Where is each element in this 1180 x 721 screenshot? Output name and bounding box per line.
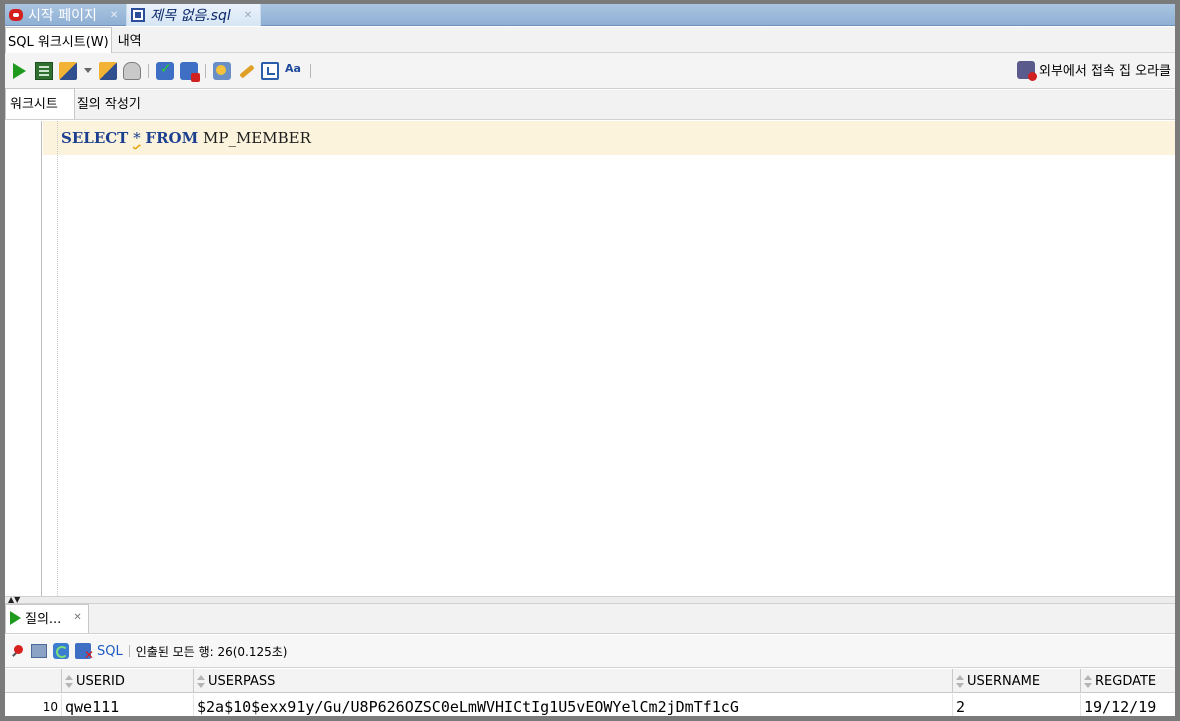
rollback-icon[interactable] — [180, 61, 200, 82]
worksheet-toolbar: Aa 외부에서 접속 집 오라클 — [5, 53, 1175, 89]
cell-username[interactable]: 2 — [952, 694, 1080, 716]
print-icon[interactable] — [31, 644, 47, 658]
sort-icon — [197, 674, 206, 688]
results-tab-bar: 질의... ✕ — [5, 604, 1175, 634]
explain-plan-icon[interactable] — [99, 61, 117, 80]
run-statement-icon[interactable] — [13, 62, 26, 79]
commit-icon[interactable] — [156, 61, 174, 80]
column-header-userpass[interactable]: USERPASS — [193, 669, 952, 693]
connection-label: 외부에서 접속 집 오라클 — [1039, 64, 1171, 79]
keyword-select: SELECT — [61, 129, 129, 147]
sql-statement[interactable]: SELECT * FROM MP_MEMBER — [61, 129, 311, 147]
line-gutter — [5, 121, 42, 596]
autotrace-icon[interactable] — [59, 61, 77, 80]
column-header-username[interactable]: USERNAME — [952, 669, 1080, 693]
worksheet-subtab-bar: SQL 워크시트(W) 내역 — [5, 26, 1175, 53]
run-script-icon[interactable] — [35, 61, 53, 80]
toolbar-separator — [148, 63, 149, 78]
sql-link[interactable]: SQL — [97, 644, 123, 659]
tab-query-builder[interactable]: 질의 작성기 — [75, 89, 149, 119]
tab-history[interactable]: 내역 — [116, 27, 144, 52]
document-tab-bar: 시작 페이지 ✕ 제목 없음.sql ✕ — [5, 4, 1175, 26]
table-row[interactable]: 10 qwe111 $2a$10$exx91y/Gu/U8P626OZSC0eL… — [5, 694, 1175, 716]
table-name: MP_MEMBER — [203, 129, 311, 147]
sort-icon — [1084, 674, 1093, 688]
sql-developer-window: 시작 페이지 ✕ 제목 없음.sql ✕ SQL 워크시트(W) 내역 Aa — [0, 0, 1180, 721]
tab-worksheet[interactable]: 워크시트 — [5, 88, 75, 119]
column-header-userid[interactable]: USERID — [61, 669, 193, 693]
history-icon[interactable] — [261, 61, 279, 80]
cancel-icon[interactable] — [75, 643, 94, 662]
sort-icon — [65, 674, 74, 688]
unshared-sql-icon[interactable] — [213, 61, 231, 80]
column-header-regdate[interactable]: REGDATE — [1080, 669, 1175, 693]
close-icon[interactable]: ✕ — [73, 612, 81, 623]
grid-header: USERID USERPASS USERNAME REGDATE — [5, 669, 1175, 693]
tab-query-result[interactable]: 질의... ✕ — [5, 604, 89, 633]
close-icon[interactable]: ✕ — [110, 10, 118, 21]
chevron-down-icon[interactable] — [84, 68, 92, 73]
tab-untitled-sql[interactable]: 제목 없음.sql ✕ — [127, 4, 262, 26]
tab-start-page[interactable]: 시작 페이지 ✕ — [5, 4, 128, 26]
connection-icon — [1017, 60, 1037, 81]
results-grid[interactable]: USERID USERPASS USERNAME REGDATE 10 qwe1… — [5, 669, 1175, 716]
oracle-icon — [9, 9, 23, 21]
editor-tab-bar: 워크시트 질의 작성기 — [5, 88, 1175, 120]
sql-tuning-icon[interactable] — [123, 61, 141, 80]
keyword-from: FROM — [145, 129, 199, 147]
tab-query-result-label: 질의... — [25, 612, 62, 627]
cell-regdate[interactable]: 19/12/19 — [1080, 694, 1175, 716]
fold-guide — [57, 121, 58, 596]
tab-start-page-label: 시작 페이지 — [28, 8, 97, 24]
connection-selector[interactable]: 외부에서 접속 집 오라클 — [1015, 60, 1173, 81]
clear-icon[interactable] — [237, 62, 255, 80]
row-number: 10 — [42, 700, 58, 714]
sql-editor[interactable]: SELECT * FROM MP_MEMBER — [5, 121, 1175, 596]
pin-icon[interactable] — [11, 644, 25, 658]
run-icon — [10, 610, 21, 625]
sql-file-icon — [131, 8, 146, 22]
format-icon[interactable]: Aa — [285, 62, 303, 80]
toolbar-separator — [205, 63, 206, 78]
results-toolbar: SQL 인출된 모든 행: 26(0.125초) — [5, 635, 1175, 668]
toolbar-separator — [128, 645, 130, 657]
close-icon[interactable]: ✕ — [244, 10, 252, 21]
tab-untitled-sql-label: 제목 없음.sql — [150, 8, 231, 24]
tab-sql-worksheet[interactable]: SQL 워크시트(W) — [5, 26, 112, 53]
cell-userid[interactable]: qwe111 — [61, 694, 193, 716]
collapse-arrows-icon[interactable]: ▲▼ — [8, 596, 20, 604]
select-star: * — [133, 129, 141, 147]
refresh-icon[interactable] — [53, 643, 69, 659]
panel-splitter[interactable]: ▲▼ — [5, 596, 1175, 604]
toolbar-separator — [310, 63, 311, 78]
fetch-status: 인출된 모든 행: 26(0.125초) — [135, 644, 288, 659]
sort-icon — [956, 674, 965, 688]
cell-userpass[interactable]: $2a$10$exx91y/Gu/U8P626OZSC0eLmWVHICtIg1… — [193, 694, 952, 716]
